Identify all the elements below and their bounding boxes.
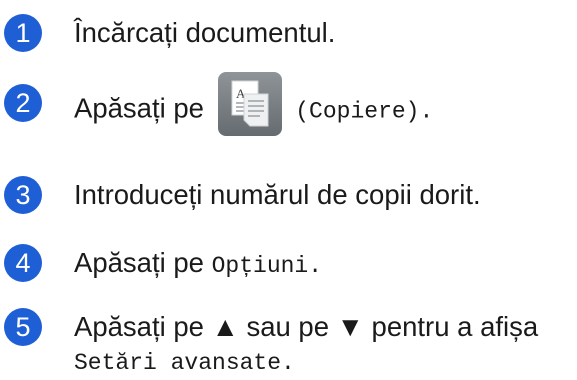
step-2-prefix: Apăsați pe: [74, 92, 204, 124]
advanced-settings-label: Setări avansate.: [74, 350, 295, 376]
step-1: 1 Încărcați documentul.: [4, 14, 335, 52]
step-number-5: 5: [4, 308, 42, 346]
step-5-text: Apăsați pe ▲ sau pe ▼ pentru a afișa Set…: [74, 308, 538, 380]
step-number-4: 4: [4, 244, 42, 282]
step-4-text: Apăsați pe Opțiuni.: [74, 244, 322, 285]
copy-button-label: (Copiere).: [295, 98, 434, 125]
step-5-prefix: Apăsați pe ▲ sau pe ▼ pentru a afișa: [74, 311, 539, 342]
step-number-3: 3: [4, 176, 42, 214]
step-2: 2 Apăsați pe A (Copiere).: [4, 72, 434, 136]
copy-button[interactable]: A: [217, 72, 282, 136]
step-3: 3 Introduceți numărul de copii dorit.: [4, 176, 481, 214]
step-4: 4 Apăsați pe Opțiuni.: [4, 244, 322, 285]
step-3-text: Introduceți numărul de copii dorit.: [74, 179, 481, 210]
step-2-text: Apăsați pe A (Copiere).: [74, 72, 434, 136]
step-4-prefix: Apăsați pe: [74, 247, 204, 278]
copy-icon: A: [231, 80, 269, 127]
step-1-text: Încărcați documentul.: [74, 17, 336, 48]
step-number-2: 2: [4, 84, 42, 122]
options-label: Opțiuni.: [211, 253, 323, 279]
step-number-1: 1: [4, 14, 42, 52]
step-5: 5 Apăsați pe ▲ sau pe ▼ pentru a afișa S…: [4, 308, 538, 380]
